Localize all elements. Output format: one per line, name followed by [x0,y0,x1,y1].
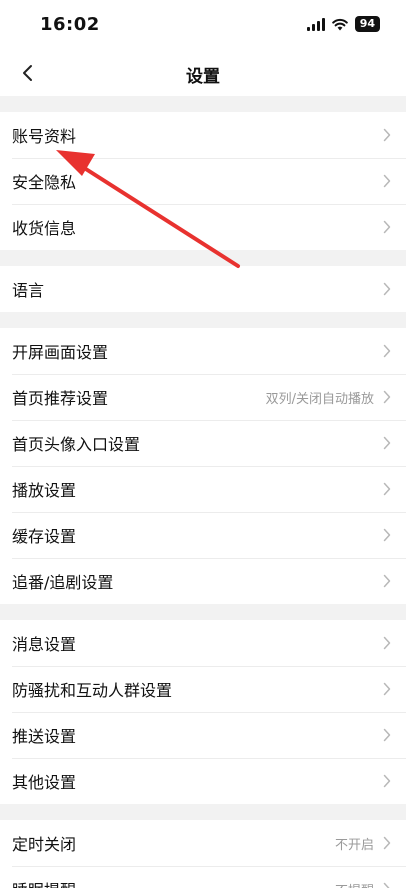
settings-row[interactable]: 收货信息 [0,204,406,250]
settings-row[interactable]: 首页头像入口设置 [0,420,406,466]
chevron-right-icon [380,774,394,788]
settings-row[interactable]: 语言 [0,266,406,312]
wifi-icon [331,18,348,30]
settings-group: 开屏画面设置 首页推荐设置 双列/关闭自动播放首页头像入口设置 播放设置缓存设置追番/… [0,328,406,604]
section-divider [0,604,406,620]
settings-row-value: 双列/关闭自动播放 [265,391,374,407]
settings-row-label: 防骚扰和互动人群设置 [12,681,173,700]
chevron-right-icon [380,728,394,742]
chevron-right-icon [380,482,394,496]
chevron-right-icon [380,836,394,850]
settings-row[interactable]: 首页推荐设置 双列/关闭自动播放 [0,374,406,420]
settings-row-label: 睡眠提醒 [12,877,335,888]
settings-row-label: 播放设置 [12,481,77,500]
settings-list: 账号资料安全隐私收货信息语言开屏画面设置 首页推荐设置 双列/关闭自动播放首页头像入… [0,96,406,888]
chevron-right-icon [380,574,394,588]
settings-row-label: 开屏画面设置 [12,343,109,362]
chevron-right-icon [380,528,394,542]
settings-row[interactable]: 安全隐私 [0,158,406,204]
settings-row[interactable]: 其他设置 [0,758,406,804]
settings-row-label: 缓存设置 [12,527,77,546]
settings-row[interactable]: 睡眠提醒不提醒 [0,866,406,888]
chevron-right-icon [380,882,394,888]
settings-row-label: 追番/追剧设置 [12,573,114,592]
settings-group: 语言 [0,266,406,312]
settings-row[interactable]: 推送设置 [0,712,406,758]
chevron-right-icon [380,282,394,296]
settings-row-label: 收货信息 [12,219,77,238]
cellular-signal-icon [306,17,325,31]
settings-row-label: 首页头像入口设置 [12,435,141,454]
settings-row[interactable]: 播放设置 [0,466,406,512]
section-divider [0,250,406,266]
chevron-right-icon [380,636,394,650]
nav-bar: 设置 [0,50,406,96]
section-divider [0,312,406,328]
chevron-right-icon [380,344,394,358]
settings-row-value: 不开启 [334,837,374,853]
chevron-right-icon [380,174,394,188]
settings-row-label: 首页推荐设置 [12,389,109,408]
settings-group: 定时关闭 不开启睡眠提醒不提醒 [0,820,406,888]
settings-row[interactable]: 追番/追剧设置 [0,558,406,604]
settings-row-label: 语言 [12,281,45,300]
status-time: 16:02 [40,14,100,35]
chevron-right-icon [380,220,394,234]
chevron-right-icon [380,436,394,450]
settings-row-label: 安全隐私 [12,173,77,192]
status-icons: 94 [306,16,380,32]
status-bar: 16:02 94 [0,0,406,50]
settings-row[interactable]: 开屏画面设置 [0,328,406,374]
settings-row-label: 账号资料 [12,127,77,146]
settings-row-value: 不提醒 [335,880,374,888]
settings-row[interactable]: 缓存设置 [0,512,406,558]
section-divider [0,804,406,820]
chevron-right-icon [380,390,394,404]
settings-row[interactable]: 账号资料 [0,112,406,158]
page-title: 设置 [186,67,220,87]
settings-row-label: 消息设置 [12,635,77,654]
section-divider [0,96,406,112]
settings-group: 账号资料安全隐私收货信息 [0,112,406,250]
settings-group: 消息设置防骚扰和互动人群设置 推送设置其他设置 [0,620,406,804]
settings-row-label: 推送设置 [12,727,77,746]
battery-indicator: 94 [354,16,380,32]
settings-row-label: 定时关闭 [12,835,77,854]
settings-row[interactable]: 防骚扰和互动人群设置 [0,666,406,712]
settings-row[interactable]: 定时关闭 不开启 [0,820,406,866]
settings-row[interactable]: 消息设置 [0,620,406,666]
chevron-right-icon [380,682,394,696]
chevron-right-icon [380,128,394,142]
settings-row-label: 其他设置 [12,773,77,792]
